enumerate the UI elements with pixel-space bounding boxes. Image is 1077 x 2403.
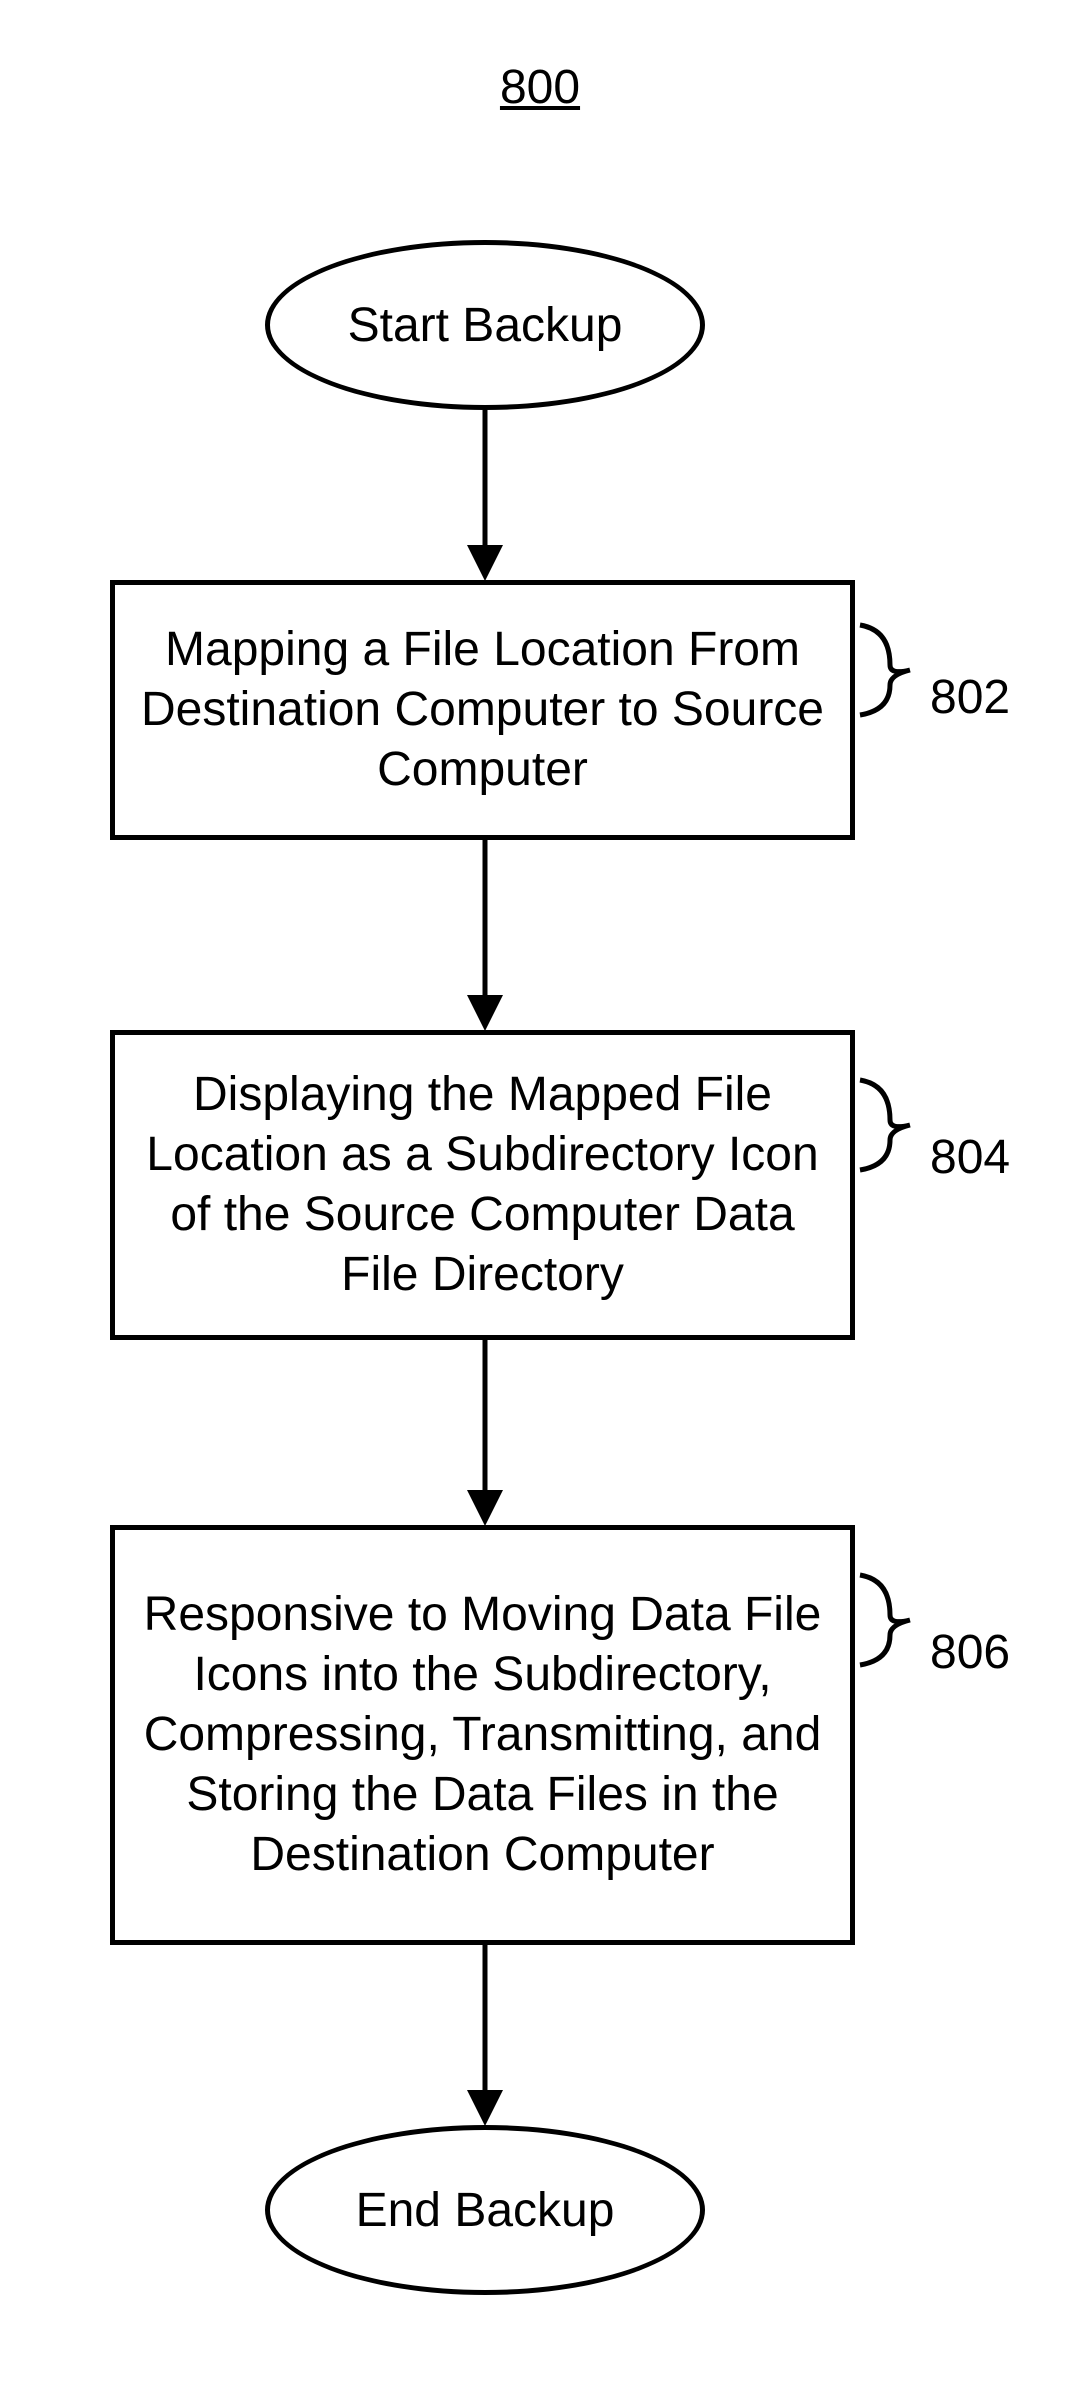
step-1-box: Mapping a File Location From Destination…	[110, 580, 855, 840]
arrow-3-head	[467, 1490, 503, 1526]
step-1-text: Mapping a File Location From Destination…	[135, 620, 830, 800]
step-3-number: 806	[930, 1625, 1010, 1680]
end-label: End Backup	[356, 2183, 615, 2238]
arrow-2-head	[467, 995, 503, 1031]
step-3-text: Responsive to Moving Data File Icons int…	[135, 1585, 830, 1885]
step-2-number: 804	[930, 1130, 1010, 1185]
arrow-2-line	[483, 840, 488, 1000]
step-1-number: 802	[930, 670, 1010, 725]
flowchart-canvas: 800 Start Backup Mapping a File Location…	[0, 0, 1077, 2403]
arrow-1-line	[483, 410, 488, 550]
step-3-box: Responsive to Moving Data File Icons int…	[110, 1525, 855, 1945]
step-3-brace	[855, 1570, 915, 1670]
figure-number: 800	[480, 60, 600, 115]
end-node: End Backup	[265, 2125, 705, 2295]
arrow-3-line	[483, 1340, 488, 1495]
arrow-4-head	[467, 2090, 503, 2126]
step-2-brace	[855, 1075, 915, 1175]
start-label: Start Backup	[348, 298, 623, 353]
step-2-text: Displaying the Mapped File Location as a…	[135, 1065, 830, 1305]
arrow-1-head	[467, 545, 503, 581]
step-2-box: Displaying the Mapped File Location as a…	[110, 1030, 855, 1340]
start-node: Start Backup	[265, 240, 705, 410]
arrow-4-line	[483, 1945, 488, 2095]
step-1-brace	[855, 620, 915, 720]
